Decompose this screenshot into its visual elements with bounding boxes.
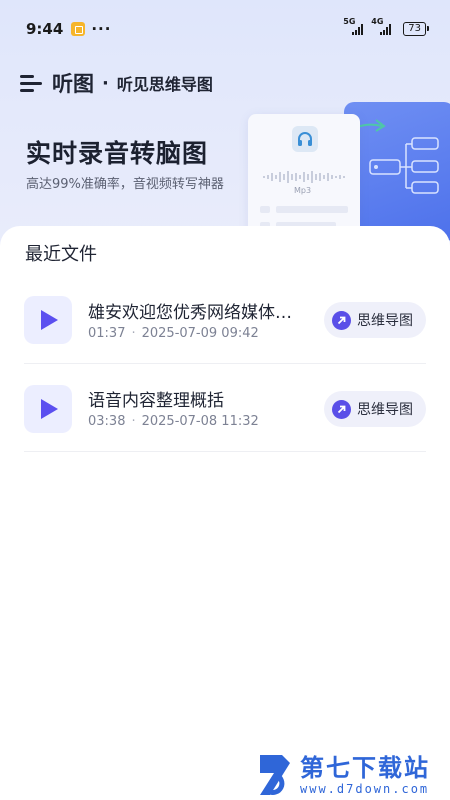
- file-meta: 03:38 · 2025-07-08 11:32: [88, 414, 259, 429]
- meta-separator: ·: [131, 326, 136, 341]
- waveform-icon: [263, 171, 345, 183]
- brand-separator: ·: [102, 72, 109, 94]
- more-notifications-icon: ···: [91, 20, 112, 38]
- file-row[interactable]: 语音内容整理概括 03:38 · 2025-07-08 11:32 思维导图: [24, 364, 426, 452]
- status-bar: 9:44 ··· 5G 4G 73: [0, 0, 450, 58]
- hero-subtitle: 高达99%准确率，音视频转写神器: [26, 177, 224, 192]
- file-name: 雄安欢迎您优秀网络媒体…: [88, 303, 292, 323]
- hero-illustration[interactable]: Mp3: [248, 100, 450, 242]
- hero-title: 实时录音转脑图: [26, 139, 209, 168]
- battery-icon: 73: [403, 22, 429, 36]
- status-time: 9:44: [26, 20, 64, 38]
- file-duration: 01:37: [88, 326, 126, 341]
- mindmap-button-label: 思维导图: [357, 313, 413, 329]
- arrow-up-right-icon: [332, 399, 351, 419]
- meta-separator: ·: [131, 414, 136, 429]
- play-icon[interactable]: [24, 296, 72, 344]
- watermark-text: 第七下载站 www.d7down.com: [300, 754, 430, 796]
- status-indicators: 5G 4G 73: [343, 17, 429, 36]
- file-name: 语音内容整理概括: [88, 391, 224, 411]
- watermark-logo-icon: [256, 753, 294, 797]
- signal-4g-icon: 4G: [371, 17, 393, 35]
- net-label-4g: 4G: [371, 17, 384, 26]
- mp3-label: Mp3: [294, 186, 312, 195]
- file-meta: 01:37 · 2025-07-09 09:42: [88, 326, 259, 341]
- brand-name: 听图: [52, 72, 94, 96]
- file-datetime: 2025-07-09 09:42: [141, 326, 259, 341]
- notification-app-icon: [71, 22, 86, 36]
- net-label-5g: 5G: [343, 17, 356, 26]
- mindmap-button-label: 思维导图: [357, 402, 413, 418]
- watermark: 第七下载站 www.d7down.com: [256, 750, 450, 800]
- file-datetime: 2025-07-08 11:32: [141, 414, 259, 429]
- recent-files-title: 最近文件: [25, 244, 97, 265]
- file-duration: 03:38: [88, 414, 126, 429]
- watermark-url: www.d7down.com: [300, 782, 430, 796]
- brand-slogan: 听见思维导图: [116, 75, 213, 94]
- mindmap-button[interactable]: 思维导图: [324, 302, 426, 338]
- audio-card: Mp3: [248, 114, 360, 240]
- signal-5g-icon: 5G: [343, 17, 365, 35]
- file-row[interactable]: 雄安欢迎您优秀网络媒体… 01:37 · 2025-07-09 09:42 思维…: [24, 276, 426, 364]
- play-icon[interactable]: [24, 385, 72, 433]
- menu-icon[interactable]: [20, 73, 44, 93]
- mindmap-button[interactable]: 思维导图: [324, 391, 426, 427]
- watermark-title: 第七下载站: [300, 754, 430, 782]
- app-header: 听图 · 听见思维导图: [20, 66, 213, 100]
- arrow-up-right-icon: [332, 310, 351, 330]
- headphone-icon: [292, 126, 318, 152]
